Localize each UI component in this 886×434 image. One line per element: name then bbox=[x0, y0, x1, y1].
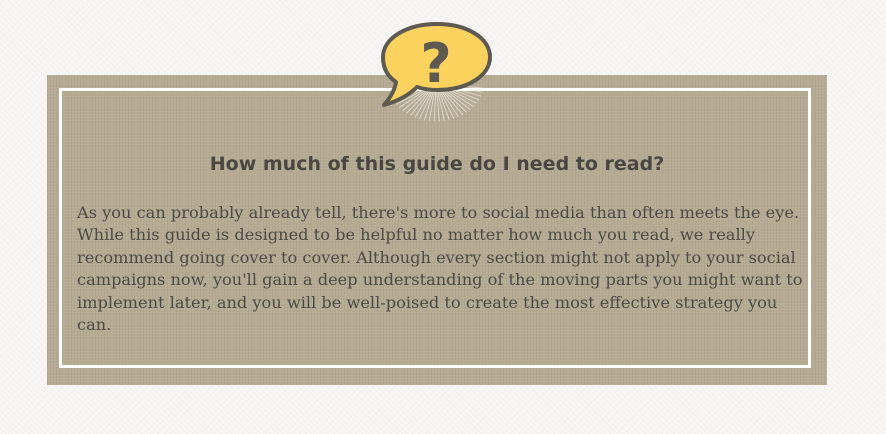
question-bubble-icon: ? bbox=[381, 22, 492, 107]
section-body-text: As you can probably already tell, there'… bbox=[77, 203, 803, 335]
question-mark-glyph: ? bbox=[420, 32, 451, 95]
section-heading: How much of this guide do I need to read… bbox=[209, 153, 665, 175]
